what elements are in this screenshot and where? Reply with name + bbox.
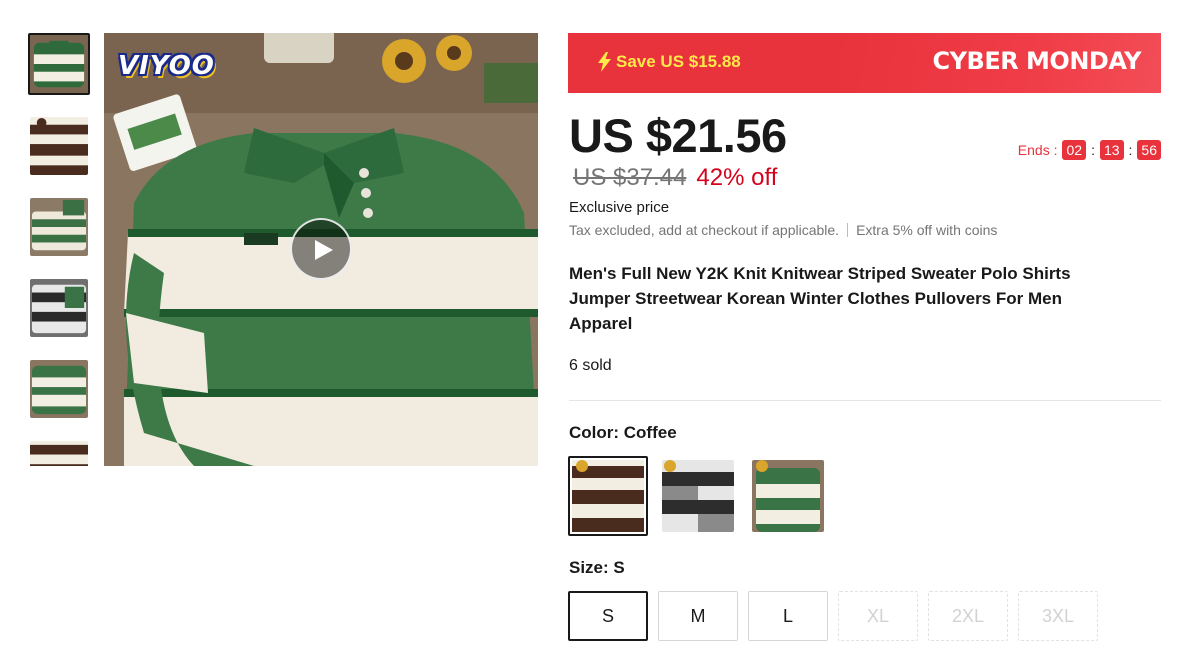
size-option-3xl: 3XL xyxy=(1018,591,1098,641)
thumbnail-4[interactable] xyxy=(30,360,88,418)
countdown-seconds: 56 xyxy=(1137,140,1161,160)
play-video-button[interactable] xyxy=(290,218,352,280)
tax-note: Tax excluded, add at checkout if applica… xyxy=(569,222,840,238)
countdown-hours: 02 xyxy=(1062,140,1087,160)
brand-logo: VIYOO xyxy=(118,51,215,81)
size-option-l[interactable]: L xyxy=(748,591,828,641)
thumbnail-strip xyxy=(28,33,90,466)
tax-info: Tax excluded, add at checkout if applica… xyxy=(569,222,997,238)
countdown-separator: : xyxy=(1091,142,1095,158)
color-option-black[interactable] xyxy=(662,460,734,532)
color-label: Color: Coffee xyxy=(569,423,677,442)
size-option-xl: XL xyxy=(838,591,918,641)
original-price: US $37.44 xyxy=(573,164,687,191)
size-label: Size: S xyxy=(569,558,625,577)
cyber-monday-banner: Save US $15.88 CYBER MONDAY xyxy=(568,33,1161,93)
thumbnail-0[interactable] xyxy=(28,33,90,95)
swatch-image xyxy=(752,460,824,532)
countdown-timer: Ends : 02 : 13 : 56 xyxy=(1018,140,1161,160)
original-price-row: US $37.44 42% off xyxy=(573,164,777,192)
sold-count: 6 sold xyxy=(569,357,612,374)
thumbnail-image xyxy=(30,117,88,175)
exclusive-price-label: Exclusive price xyxy=(569,199,670,216)
thumbnail-image xyxy=(30,360,88,418)
countdown-separator: : xyxy=(1128,142,1133,158)
current-price: US $21.56 xyxy=(569,109,787,162)
thumbnail-image xyxy=(30,441,88,466)
color-option-green[interactable] xyxy=(752,460,824,532)
countdown-label: Ends : xyxy=(1017,142,1058,158)
main-product-image[interactable]: VIYOO xyxy=(104,33,538,466)
coins-note[interactable]: Extra 5% off with coins xyxy=(856,222,997,238)
tax-divider xyxy=(847,223,849,237)
size-option-2xl: 2XL xyxy=(928,591,1008,641)
play-icon xyxy=(315,240,333,260)
thumbnail-image xyxy=(30,279,88,337)
save-amount: Save US $15.88 xyxy=(598,52,741,72)
thumbnail-5[interactable] xyxy=(30,441,88,466)
size-option-m[interactable]: M xyxy=(658,591,738,641)
lightning-bolt-icon xyxy=(598,52,611,72)
discount-badge: 42% off xyxy=(696,164,778,191)
color-option-coffee[interactable] xyxy=(568,456,648,536)
thumbnail-image xyxy=(30,35,88,93)
event-title: CYBER MONDAY xyxy=(932,47,1142,75)
save-text: Save US $15.88 xyxy=(616,52,741,71)
swatch-image xyxy=(572,460,644,532)
countdown-minutes: 13 xyxy=(1099,140,1124,160)
product-title: Men's Full New Y2K Knit Knitwear Striped… xyxy=(569,264,1071,333)
thumbnail-1[interactable] xyxy=(30,117,88,175)
section-divider xyxy=(569,400,1161,401)
swatch-image xyxy=(662,460,734,532)
thumbnail-2[interactable] xyxy=(30,198,88,256)
thumbnail-3[interactable] xyxy=(30,279,88,337)
size-option-s[interactable]: S xyxy=(568,591,648,641)
thumbnail-image xyxy=(30,198,88,256)
